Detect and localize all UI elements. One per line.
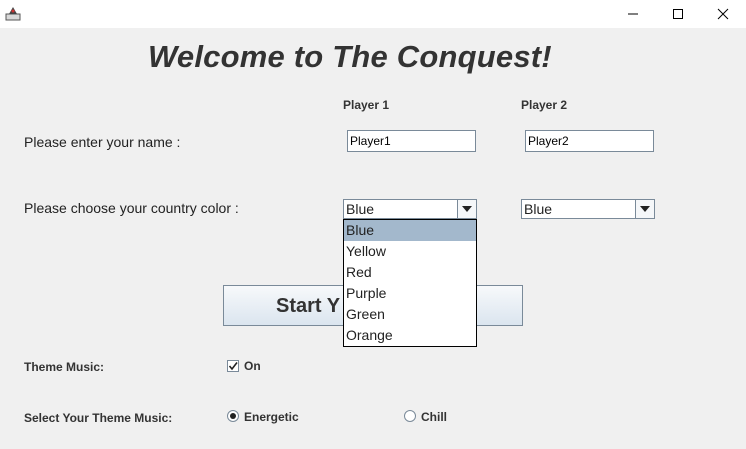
music-on-checkbox[interactable] (227, 360, 239, 372)
window-titlebar (0, 0, 746, 28)
color-dropdown-list[interactable]: Blue Yellow Red Purple Green Orange (343, 219, 477, 347)
dropdown-option[interactable]: Orange (344, 325, 476, 346)
name-label: Please enter your name : (24, 134, 181, 150)
energetic-label[interactable]: Energetic (244, 410, 299, 424)
dropdown-option[interactable]: Yellow (344, 241, 476, 262)
theme-music-label: Theme Music: (24, 360, 105, 374)
player1-name-input[interactable]: Player1 (347, 130, 476, 152)
player1-color-combo[interactable]: Blue (343, 199, 477, 219)
close-icon (717, 8, 729, 20)
select-theme-label: Select Your Theme Music: (24, 411, 173, 425)
dropdown-option[interactable]: Red (344, 262, 476, 283)
chevron-down-icon[interactable] (457, 200, 476, 218)
page-title: Welcome to The Conquest! (148, 39, 552, 74)
chevron-down-icon[interactable] (635, 200, 654, 218)
color-label: Please choose your country color : (24, 200, 239, 216)
radio-dot-icon (230, 413, 236, 419)
minimize-button[interactable] (610, 0, 656, 28)
java-app-icon (5, 5, 21, 21)
energetic-radio[interactable] (227, 410, 239, 422)
dropdown-option[interactable]: Purple (344, 283, 476, 304)
player2-color-value: Blue (524, 201, 553, 217)
start-button-label: Start Y (276, 295, 341, 317)
player1-color-value: Blue (346, 201, 375, 217)
chill-label[interactable]: Chill (421, 410, 447, 424)
maximize-icon (673, 9, 683, 19)
player2-color-combo[interactable]: Blue (521, 199, 655, 219)
player2-column-header: Player 2 (521, 98, 568, 112)
music-on-label[interactable]: On (244, 359, 261, 373)
dropdown-option[interactable]: Green (344, 304, 476, 325)
maximize-button[interactable] (655, 0, 701, 28)
player2-name-input[interactable]: Player2 (525, 130, 654, 152)
chill-radio[interactable] (404, 410, 416, 422)
close-button[interactable] (700, 0, 746, 28)
checkmark-icon (228, 362, 238, 371)
minimize-icon (628, 13, 638, 15)
dropdown-option[interactable]: Blue (344, 220, 476, 241)
player1-column-header: Player 1 (343, 98, 390, 112)
